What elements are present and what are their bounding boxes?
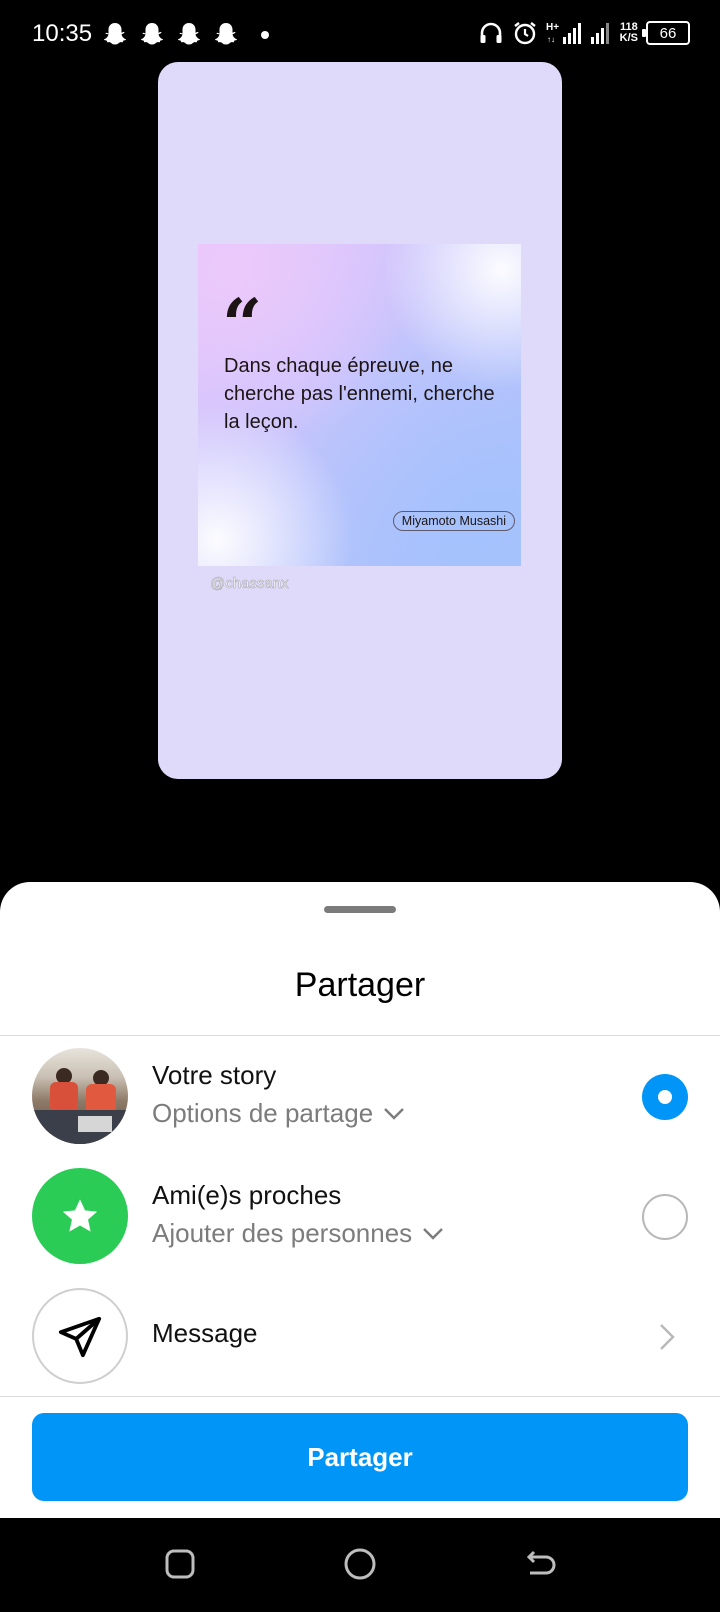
system-nav-bar xyxy=(0,1518,720,1612)
option-title: Votre story xyxy=(152,1060,277,1090)
divider xyxy=(0,1035,720,1036)
svg-text:↑↓: ↑↓ xyxy=(547,35,555,44)
chevron-down-icon xyxy=(384,1107,405,1120)
quote-author: Miyamoto Musashi xyxy=(392,511,515,531)
sheet-title: Partager xyxy=(294,966,426,1004)
signal-icon: H+ ↑↓ xyxy=(546,22,581,44)
share-sheet: Partager Votre story Options de partage … xyxy=(0,882,720,1518)
divider xyxy=(0,1396,720,1397)
snapchat-icon xyxy=(103,23,127,45)
signal-icon xyxy=(590,23,609,44)
option-title: Message xyxy=(152,1318,258,1348)
quote-post-image: “ Dans chaque épreuve, ne cherche pas l'… xyxy=(198,244,521,566)
chevron-right-icon xyxy=(660,1324,675,1350)
option-your-story[interactable]: Votre story Options de partage xyxy=(0,1042,720,1152)
notification-icons xyxy=(103,22,238,48)
quote-mark-icon: “ xyxy=(222,283,263,366)
recent-apps-icon[interactable] xyxy=(162,1546,198,1582)
share-button[interactable]: Partager xyxy=(32,1413,688,1501)
alarm-icon xyxy=(513,22,536,45)
option-message[interactable]: Message xyxy=(0,1282,720,1392)
option-close-friends[interactable]: Ami(e)s proches Ajouter des personnes xyxy=(0,1162,720,1272)
option-subtitle: Options de partage xyxy=(152,1098,374,1128)
option-subtitle: Ajouter des personnes xyxy=(152,1218,413,1248)
battery-level: 66 xyxy=(659,24,677,42)
profile-avatar xyxy=(32,1048,128,1144)
status-time: 10:35 xyxy=(32,20,93,47)
snapchat-icon xyxy=(214,23,238,45)
star-icon xyxy=(62,1199,98,1232)
quote-text: Dans chaque épreuve, ne cherche pas l'en… xyxy=(224,355,495,433)
paper-plane-icon xyxy=(58,1316,102,1358)
svg-text:H+: H+ xyxy=(546,22,559,33)
option-title: Ami(e)s proches xyxy=(152,1180,342,1210)
sharing-options-dropdown[interactable]: Options de partage xyxy=(152,1098,405,1129)
home-icon[interactable] xyxy=(342,1546,378,1582)
message-avatar xyxy=(32,1288,128,1384)
snapchat-icon xyxy=(140,23,164,45)
add-people-dropdown[interactable]: Ajouter des personnes xyxy=(152,1218,444,1249)
drag-handle[interactable] xyxy=(324,906,396,913)
story-radio-selected[interactable] xyxy=(642,1074,688,1120)
status-indicators: H+ ↑↓ 118 K/S 66 xyxy=(478,20,690,46)
close-friends-avatar xyxy=(32,1168,128,1264)
username-watermark: @chassanx xyxy=(210,575,289,593)
network-speed-unit: K/S xyxy=(619,32,638,44)
back-icon[interactable] xyxy=(522,1546,558,1582)
network-speed: 118 K/S xyxy=(620,22,638,44)
chevron-down-icon xyxy=(423,1227,444,1240)
story-preview: “ Dans chaque épreuve, ne cherche pas l'… xyxy=(158,62,562,779)
snapchat-icon xyxy=(177,23,201,45)
battery-icon: 66 xyxy=(642,21,690,45)
headphones-icon xyxy=(480,22,502,43)
more-notifications-dot-icon xyxy=(261,31,269,39)
close-friends-radio[interactable] xyxy=(642,1194,688,1240)
